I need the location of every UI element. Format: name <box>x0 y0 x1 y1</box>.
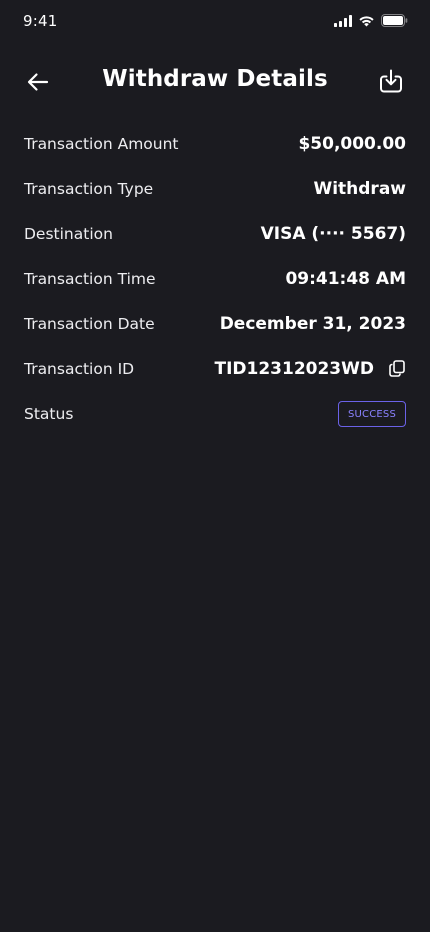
type-label: Transaction Type <box>24 179 154 198</box>
detail-row-type: Transaction Type Withdraw <box>24 166 406 211</box>
copy-icon <box>389 360 405 377</box>
transaction-id-value: TID12312023WD <box>214 358 374 379</box>
amount-label: Transaction Amount <box>24 134 179 153</box>
battery-icon <box>381 14 408 27</box>
download-icon <box>380 69 402 93</box>
transaction-details: Transaction Amount $50,000.00 Transactio… <box>24 121 406 436</box>
date-value: December 31, 2023 <box>219 313 406 334</box>
detail-row-status: Status SUCCESS <box>24 391 406 436</box>
copy-id-button[interactable] <box>388 360 406 378</box>
transaction-id-label: Transaction ID <box>24 359 135 378</box>
status-icons <box>334 14 408 27</box>
header: Withdraw Details <box>0 60 430 102</box>
detail-row-destination: Destination VISA (···· 5567) <box>24 211 406 256</box>
download-button[interactable] <box>376 66 406 96</box>
amount-value: $50,000.00 <box>298 133 406 154</box>
detail-row-date: Transaction Date December 31, 2023 <box>24 301 406 346</box>
status-time: 9:41 <box>23 12 58 30</box>
transaction-id-value-group: TID12312023WD <box>214 359 406 379</box>
date-label: Transaction Date <box>24 314 155 333</box>
type-value: Withdraw <box>313 178 406 199</box>
detail-row-amount: Transaction Amount $50,000.00 <box>24 121 406 166</box>
status-label: Status <box>24 404 74 423</box>
detail-row-time: Transaction Time 09:41:48 AM <box>24 256 406 301</box>
page-title: Withdraw Details <box>102 66 328 92</box>
destination-label: Destination <box>24 224 113 243</box>
time-value: 09:41:48 AM <box>285 268 406 289</box>
wifi-icon <box>359 15 374 26</box>
destination-value: VISA (···· 5567) <box>260 223 406 244</box>
detail-row-transaction-id: Transaction ID TID12312023WD <box>24 346 406 391</box>
status-badge: SUCCESS <box>337 400 406 427</box>
status-bar: 9:41 <box>0 0 430 44</box>
time-label: Transaction Time <box>24 269 156 288</box>
signal-icon <box>334 14 352 27</box>
